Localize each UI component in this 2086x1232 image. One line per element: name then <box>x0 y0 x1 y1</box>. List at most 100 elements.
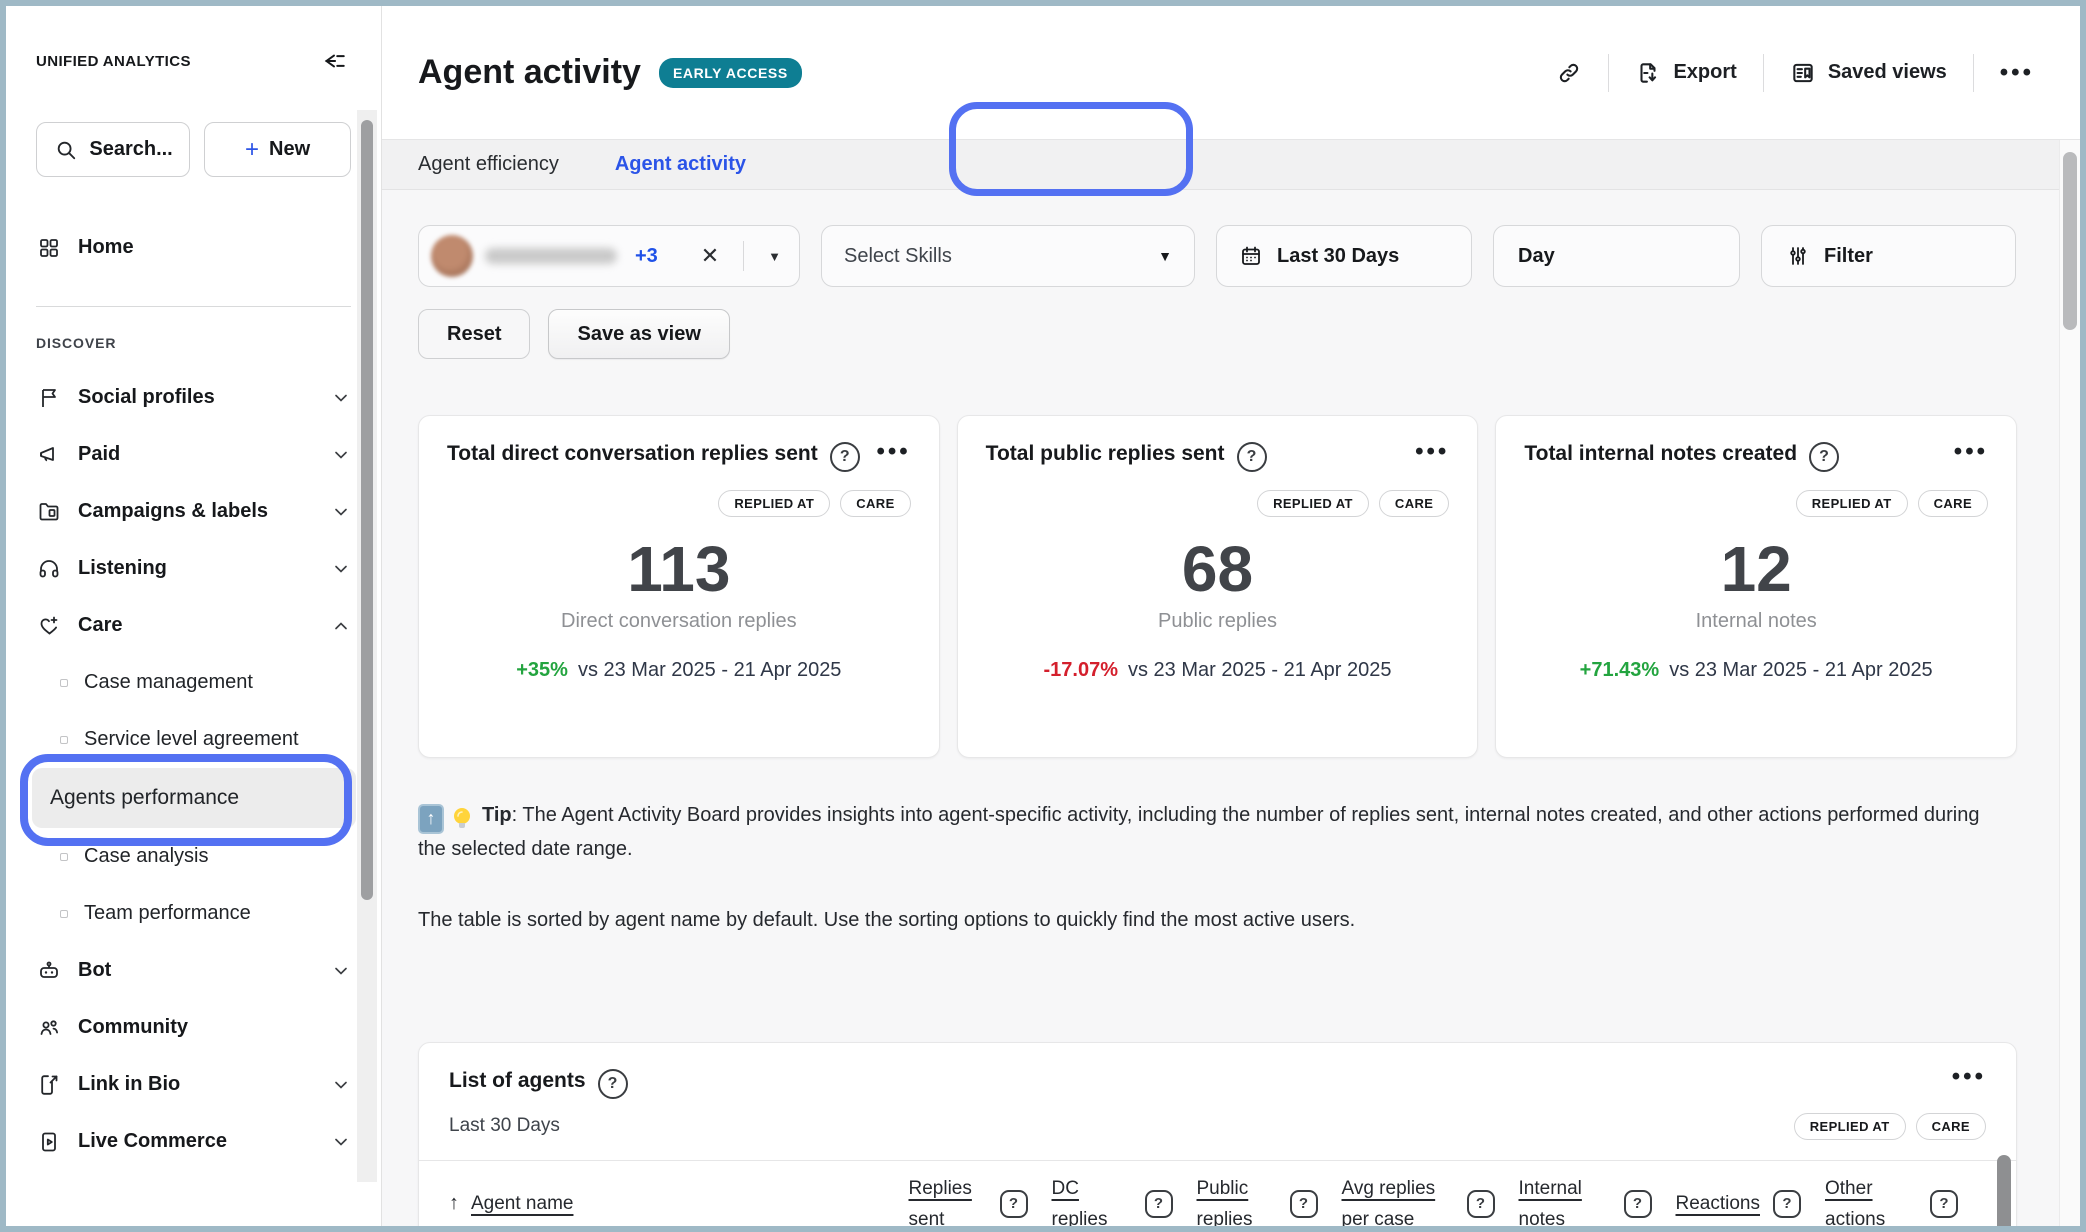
tab-agent-activity[interactable]: Agent activity <box>615 153 746 176</box>
care-tag: CARE <box>1918 490 1988 517</box>
sidebar-item-care[interactable]: Care <box>36 597 351 654</box>
sort-ascending-icon: ↑ <box>449 1192 459 1215</box>
phone-link-icon <box>36 1072 62 1098</box>
clear-profiles-icon[interactable]: ✕ <box>701 243 719 269</box>
date-range-button[interactable]: Last 30 Days <box>1216 225 1472 287</box>
sidebar-item-community[interactable]: Community <box>36 999 351 1056</box>
metric-caption: Direct conversation replies <box>419 610 939 633</box>
robot-icon <box>36 958 62 984</box>
sidebar-item-service-level-agreement[interactable]: Service level agreement <box>36 711 351 768</box>
bullet-icon <box>60 736 68 744</box>
sidebar-divider <box>36 306 351 307</box>
new-label: New <box>269 138 310 161</box>
table-scrollbar-thumb[interactable] <box>1997 1155 2011 1226</box>
reset-button[interactable]: Reset <box>418 309 530 359</box>
sidebar-item-label: Listening <box>78 557 315 580</box>
care-tag: CARE <box>840 490 910 517</box>
help-icon[interactable]: ? <box>598 1069 628 1099</box>
sidebar-collapse-icon[interactable] <box>317 44 351 78</box>
sidebar-item-campaigns-labels[interactable]: Campaigns & labels <box>36 483 351 540</box>
search-button[interactable]: Search... <box>36 122 190 177</box>
export-button[interactable]: Export <box>1635 60 1736 86</box>
chevron-down-icon <box>331 502 351 522</box>
granularity-select[interactable]: Day <box>1493 225 1740 287</box>
sub-item-label: Team performance <box>84 902 251 925</box>
sidebar-item-bot[interactable]: Bot <box>36 942 351 999</box>
filter-button[interactable]: Filter <box>1761 225 2016 287</box>
help-icon[interactable]: ? <box>1145 1190 1173 1218</box>
sub-item-label: Case analysis <box>84 845 209 868</box>
saved-views-label: Saved views <box>1828 61 1947 84</box>
metric-value: 12 <box>1496 534 2016 604</box>
discover-section-label: DISCOVER <box>36 335 351 351</box>
sidebar-item-paid[interactable]: Paid <box>36 426 351 483</box>
up-arrow-emoji-icon: ↑ <box>418 804 444 834</box>
people-icon <box>36 1015 62 1041</box>
column-public-replies[interactable]: Public replies ? <box>1197 1173 1318 1226</box>
sidebar-item-home[interactable]: Home <box>36 219 351 276</box>
sidebar-scrollbar[interactable] <box>357 110 377 1182</box>
sub-item-label: Service level agreement <box>84 728 299 751</box>
help-icon[interactable]: ? <box>1809 442 1839 472</box>
help-icon[interactable]: ? <box>1624 1190 1652 1218</box>
tab-agent-efficiency[interactable]: Agent efficiency <box>418 153 559 176</box>
link-icon <box>1556 60 1582 86</box>
column-other-actions[interactable]: Other actions ? <box>1825 1173 1958 1226</box>
sidebar-item-agents-performance[interactable]: Agents performance <box>32 768 356 828</box>
sidebar-item-listening[interactable]: Listening <box>36 540 351 597</box>
home-grid-icon <box>36 235 62 261</box>
sidebar-item-team-performance[interactable]: Team performance <box>36 885 351 942</box>
help-icon[interactable]: ? <box>1773 1190 1801 1218</box>
help-icon[interactable]: ? <box>1467 1190 1495 1218</box>
column-agent-name[interactable]: ↑ Agent name <box>449 1192 909 1215</box>
column-internal-notes[interactable]: Internal notes ? <box>1519 1173 1652 1226</box>
folder-icon <box>36 499 62 525</box>
saved-views-button[interactable]: Saved views <box>1790 60 1947 86</box>
replied-at-tag: REPLIED AT <box>1257 490 1369 517</box>
page-scrollbar-thumb[interactable] <box>2063 152 2077 330</box>
headphones-icon <box>36 556 62 582</box>
help-icon[interactable]: ? <box>830 442 860 472</box>
home-label: Home <box>78 236 134 259</box>
metric-caption: Internal notes <box>1496 610 2016 633</box>
brand-title: UNIFIED ANALYTICS <box>36 53 191 70</box>
sidebar-item-live-commerce[interactable]: Live Commerce <box>36 1113 351 1170</box>
tip-text: ↑ Tip: The Agent Activity Board provides… <box>418 800 2008 865</box>
delta-value: -17.07% <box>1044 659 1119 682</box>
help-icon[interactable]: ? <box>1237 442 1267 472</box>
help-icon[interactable]: ? <box>1000 1190 1028 1218</box>
sidebar-scrollbar-thumb[interactable] <box>361 120 373 900</box>
save-as-view-button[interactable]: Save as view <box>548 309 729 359</box>
column-avg-replies-per-case[interactable]: Avg replies per case ? <box>1342 1173 1495 1226</box>
page-scrollbar[interactable] <box>2059 140 2080 1226</box>
care-heart-icon <box>36 613 62 639</box>
sidebar-item-case-analysis[interactable]: Case analysis <box>36 828 351 885</box>
export-label: Export <box>1673 61 1736 84</box>
replied-at-tag: REPLIED AT <box>1796 490 1908 517</box>
bullet-icon <box>60 853 68 861</box>
caret-down-icon[interactable]: ▼ <box>768 249 781 264</box>
sidebar-item-case-management[interactable]: Case management <box>36 654 351 711</box>
sidebar-item-social-profiles[interactable]: Social profiles <box>36 369 351 426</box>
header-divider <box>1973 54 1974 92</box>
tip-paragraph-2: The table is sorted by agent name by def… <box>418 909 2017 932</box>
tip-label: Tip <box>482 804 512 826</box>
sidebar-item-label: Bot <box>78 959 315 982</box>
column-dc-replies[interactable]: DC replies ? <box>1052 1173 1173 1226</box>
card-title: Total direct conversation replies sent <box>447 442 818 466</box>
chevron-down-icon <box>331 388 351 408</box>
skills-select[interactable]: Select Skills ▼ <box>821 225 1195 287</box>
replied-at-tag: REPLIED AT <box>1794 1113 1906 1140</box>
sidebar-item-link-in-bio[interactable]: Link in Bio <box>36 1056 351 1113</box>
bullet-icon <box>60 910 68 918</box>
copy-link-button[interactable] <box>1556 60 1582 86</box>
column-replies-sent[interactable]: Replies sent ? <box>909 1173 1028 1226</box>
list-of-agents-card: List of agents ? ••• Last 30 Days REPLIE… <box>418 1042 2017 1226</box>
calendar-icon <box>1239 244 1263 268</box>
help-icon[interactable]: ? <box>1930 1190 1958 1218</box>
megaphone-icon <box>36 442 62 468</box>
column-reactions[interactable]: Reactions ? <box>1676 1188 1802 1219</box>
new-button[interactable]: + New <box>204 122 351 177</box>
profiles-filter[interactable]: +3 ✕ ▼ <box>418 225 800 287</box>
help-icon[interactable]: ? <box>1290 1190 1318 1218</box>
